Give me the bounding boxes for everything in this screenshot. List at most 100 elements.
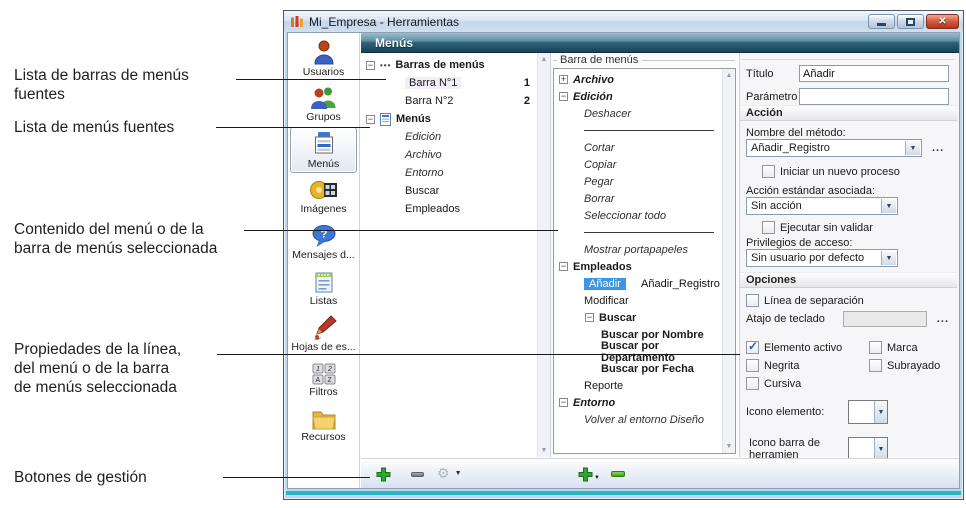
title-bar[interactable]: Mi_Empresa - Herramientas ✕ (284, 11, 963, 32)
sidebar-item-grupos[interactable]: Grupos (288, 81, 359, 127)
scrollbar-menu-content[interactable]: ▲ ▼ (722, 69, 735, 453)
menu-item-buscar-por-departamento[interactable]: Buscar por Departamento (554, 343, 722, 360)
sidebar-item-menus[interactable]: Menús (290, 127, 357, 173)
page: Lista de barras de menús fuentes Lista d… (0, 0, 966, 508)
collapse-icon[interactable] (559, 262, 568, 271)
menu-content-panel: Barra de menús Archivo Edición Deshacer … (551, 53, 740, 457)
atajo-browse-button[interactable]: ... (937, 313, 949, 325)
tree-item-buscar[interactable]: Buscar (361, 182, 537, 200)
sidebar-item-recursos[interactable]: Recursos (288, 403, 359, 449)
sidebar: Usuarios Grupos Menús Imágenes ? Mensaje… (288, 33, 360, 488)
plus-icon (376, 467, 391, 482)
maximize-button[interactable] (897, 14, 924, 29)
tree-item-edicion[interactable]: Edición (361, 128, 537, 146)
privilegios-combo[interactable]: Sin usuario por defecto ▼ (746, 249, 898, 267)
sidebar-item-filtros[interactable]: 12AZ Filtros (288, 357, 359, 403)
plus-icon (578, 467, 593, 482)
chevron-down-icon[interactable]: ▼ (881, 199, 896, 213)
metodo-browse-button[interactable]: ... (932, 142, 944, 154)
menu-node-archivo[interactable]: Archivo (554, 71, 722, 88)
add-item-button[interactable]: ▼ (578, 467, 600, 482)
menu-item-volver-entorno[interactable]: Volver al entorno Diseño (554, 411, 722, 428)
titulo-input[interactable] (799, 65, 949, 82)
tree-item-entorno[interactable]: Entorno (361, 164, 537, 182)
close-button[interactable]: ✕ (926, 14, 959, 29)
scroll-down-icon[interactable]: ▼ (538, 444, 550, 457)
menu-item-deshacer[interactable]: Deshacer (554, 105, 722, 122)
sidebar-item-usuarios[interactable]: Usuarios (288, 35, 359, 81)
linea-separacion-checkbox[interactable] (746, 294, 759, 307)
tree-item-label: Barra N°1 (405, 77, 461, 89)
menu-item-pegar[interactable]: Pegar (554, 173, 722, 190)
menu-item-modificar[interactable]: Modificar (554, 292, 722, 309)
scrollbar-source-list[interactable]: ▲ ▼ (537, 53, 550, 457)
film-images-icon (310, 178, 338, 202)
chevron-down-icon[interactable]: ▼ (881, 251, 896, 265)
menu-item-copiar[interactable]: Copiar (554, 156, 722, 173)
menu-node-edicion[interactable]: Edición (554, 88, 722, 105)
menu-item-reporte[interactable]: Reporte (554, 377, 722, 394)
scroll-up-icon[interactable]: ▲ (723, 69, 735, 82)
chevron-down-icon[interactable]: ▼ (874, 401, 887, 423)
tree-item-archivo[interactable]: Archivo (361, 146, 537, 164)
tree-node-menus[interactable]: Menús (361, 110, 537, 128)
source-list-panel: ••• Barras de menús Barra N°1 1 Barra N°… (361, 53, 551, 457)
accion-estandar-combo[interactable]: Sin acción ▼ (746, 197, 898, 215)
maximize-icon (906, 18, 915, 26)
expand-icon[interactable] (559, 75, 568, 84)
chevron-down-icon[interactable]: ▼ (905, 141, 920, 155)
menu-item-buscar-por-fecha[interactable]: Buscar por Fecha (554, 360, 722, 377)
accion-section-header: Acción (740, 105, 957, 121)
parametro-input[interactable] (799, 88, 949, 105)
tree-node-barras-de-menus[interactable]: ••• Barras de menús (361, 56, 537, 74)
add-bar-button[interactable] (376, 467, 391, 482)
menu-node-entorno[interactable]: Entorno (554, 394, 722, 411)
menu-item-label: Copiar (584, 159, 616, 171)
tree-item-barra-2[interactable]: Barra N°2 2 (361, 92, 537, 110)
marca-checkbox[interactable] (869, 341, 882, 354)
collapse-icon[interactable] (366, 115, 375, 124)
metodo-combo[interactable]: Añadir_Registro ▼ (746, 139, 922, 157)
menu-item-anadir[interactable]: Añadir Añadir_Registro (554, 275, 722, 292)
negrita-label: Negrita (764, 360, 856, 372)
sidebar-item-imagenes[interactable]: Imágenes (288, 173, 359, 219)
minimize-button[interactable] (868, 14, 895, 29)
menu-item-label: Volver al entorno Diseño (584, 414, 704, 426)
menu-item-borrar[interactable]: Borrar (554, 190, 722, 207)
collapse-icon[interactable] (559, 398, 568, 407)
tree-item-empleados[interactable]: Empleados (361, 200, 537, 218)
menu-label: Buscar (599, 312, 636, 324)
sidebar-item-hojas[interactable]: Hojas de es... (288, 311, 359, 357)
subrayado-checkbox[interactable] (869, 359, 882, 372)
iniciar-proceso-checkbox[interactable] (762, 165, 775, 178)
app-window: Mi_Empresa - Herramientas ✕ Usuarios Gru… (283, 10, 964, 500)
chevron-down-icon[interactable]: ▼ (874, 438, 887, 460)
elemento-activo-checkbox[interactable] (746, 341, 759, 354)
annotation-buttons: Botones de gestión (14, 468, 147, 487)
menu-item-cortar[interactable]: Cortar (554, 139, 722, 156)
scroll-up-icon[interactable]: ▲ (538, 53, 550, 66)
menu-node-buscar[interactable]: Buscar (554, 309, 722, 326)
menu-item-seleccionar-todo[interactable]: Seleccionar todo (554, 207, 722, 224)
icono-elemento-dropdown[interactable]: ▼ (848, 400, 888, 424)
ejecutar-sin-validar-checkbox[interactable] (762, 221, 775, 234)
remove-bar-button[interactable] (411, 472, 424, 477)
sidebar-item-listas[interactable]: Listas (288, 265, 359, 311)
tree-item-label: Archivo (405, 149, 442, 161)
negrita-checkbox[interactable] (746, 359, 759, 372)
menu-node-empleados[interactable]: Empleados (554, 258, 722, 275)
menu-item-mostrar-portapapeles[interactable]: Mostrar portapapeles (554, 241, 722, 258)
collapse-icon[interactable] (366, 61, 375, 70)
tree-item-barra-1[interactable]: Barra N°1 1 (361, 74, 537, 92)
collapse-icon[interactable] (559, 92, 568, 101)
collapse-icon[interactable] (585, 313, 594, 322)
atajo-field[interactable] (843, 311, 926, 327)
cursiva-checkbox[interactable] (746, 377, 759, 390)
remove-item-button[interactable] (611, 471, 625, 477)
callout-line-list-menus (216, 127, 370, 128)
scroll-down-icon[interactable]: ▼ (723, 440, 735, 453)
sidebar-item-mensajes[interactable]: ? Mensajes d... (288, 219, 359, 265)
parametro-label: Parámetro (746, 91, 799, 103)
chevron-down-icon: ▼ (455, 470, 462, 477)
settings-menu-button[interactable]: ⚙ ▼ (437, 466, 462, 480)
